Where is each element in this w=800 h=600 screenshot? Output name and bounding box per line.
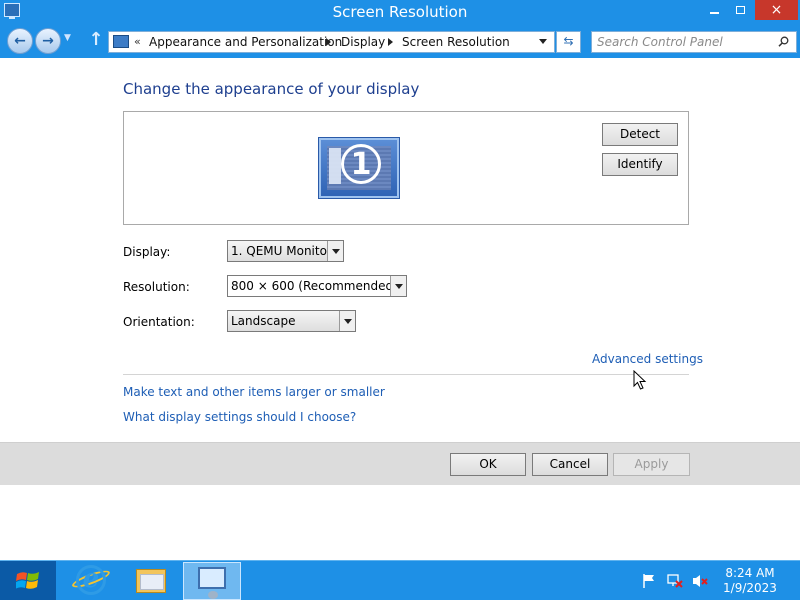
monitor-1-icon[interactable]: 1 (319, 138, 399, 198)
arrow-up-icon: ↑ (88, 29, 104, 50)
restore-button[interactable] (727, 0, 753, 20)
monitor-number: 1 (341, 144, 381, 184)
restore-icon (735, 6, 745, 14)
title-bar: Screen Resolution × (0, 0, 800, 25)
detect-button[interactable]: Detect (602, 123, 678, 146)
ie-e-icon: e (76, 565, 106, 595)
orientation-value: Landscape (231, 314, 296, 328)
search-icon[interactable] (778, 36, 789, 47)
file-explorer-icon (136, 569, 166, 593)
breadcrumb-overflow[interactable]: « (134, 35, 141, 48)
windows-logo-icon (16, 572, 39, 589)
display-help-link[interactable]: What display settings should I choose? (123, 410, 356, 424)
window-title: Screen Resolution (332, 3, 468, 21)
resolution-label: Resolution: (123, 280, 190, 294)
chevron-down-icon: ▼ (64, 33, 71, 43)
chevron-down-icon[interactable] (390, 276, 406, 296)
search-input[interactable] (597, 34, 772, 50)
display-label: Display: (123, 245, 171, 259)
monitor-arrangement-panel: 1 Detect Identify (123, 111, 689, 225)
resolution-value: 800 × 600 (Recommended) (231, 279, 398, 293)
ok-button[interactable]: OK (450, 453, 526, 476)
refresh-icon: ⇆ (563, 34, 574, 48)
breadcrumb-separator-icon[interactable] (388, 38, 393, 46)
chevron-down-icon[interactable] (327, 241, 343, 261)
navigation-bar: ← → ▼ ↑ « Appearance and Personalization… (0, 25, 800, 58)
forward-button[interactable]: → (35, 28, 61, 54)
address-dropdown-icon[interactable] (539, 39, 547, 44)
resolution-select[interactable]: 800 × 600 (Recommended) (227, 275, 407, 297)
minimize-button[interactable] (701, 0, 727, 20)
close-button[interactable]: × (755, 0, 798, 20)
breadcrumb-screen-resolution[interactable]: Screen Resolution (402, 35, 510, 49)
up-button[interactable]: ↑ (87, 29, 105, 51)
control-panel-icon (113, 35, 129, 48)
action-center-flag-icon[interactable] (641, 573, 657, 589)
dialog-button-bar: OK Cancel Apply (0, 442, 800, 485)
control-panel-taskbar-button[interactable] (183, 562, 241, 600)
monitor-window-preview (329, 148, 341, 184)
advanced-settings-link[interactable]: Advanced settings (592, 352, 703, 366)
orientation-label: Orientation: (123, 315, 195, 329)
search-box[interactable] (591, 31, 797, 53)
file-explorer-taskbar-button[interactable] (122, 562, 180, 600)
apply-button[interactable]: Apply (613, 453, 690, 476)
arrow-left-icon: ← (14, 33, 26, 49)
start-button[interactable] (0, 561, 56, 600)
page-title: Change the appearance of your display (123, 80, 420, 98)
taskbar: e 8:24 AM 1/9/2023 (0, 560, 800, 600)
internet-explorer-taskbar-button[interactable]: e (61, 562, 119, 600)
display-select[interactable]: 1. QEMU Monitor (227, 240, 344, 262)
clock-time: 8:24 AM (725, 566, 775, 580)
breadcrumb-separator-icon[interactable] (326, 38, 331, 46)
recent-pages-dropdown[interactable]: ▼ (64, 33, 71, 43)
display-value: 1. QEMU Monitor (231, 244, 332, 258)
minimize-icon (709, 12, 719, 14)
orientation-select[interactable]: Landscape (227, 310, 356, 332)
breadcrumb-display[interactable]: Display (341, 35, 385, 49)
cancel-button[interactable]: Cancel (532, 453, 608, 476)
arrow-right-icon: → (42, 33, 54, 49)
breadcrumb-appearance[interactable]: Appearance and Personalization (149, 35, 342, 49)
clock-date: 1/9/2023 (723, 581, 777, 595)
system-clock[interactable]: 8:24 AM 1/9/2023 (714, 566, 786, 596)
identify-button[interactable]: Identify (602, 153, 678, 176)
text-size-link[interactable]: Make text and other items larger or smal… (123, 385, 385, 399)
address-bar[interactable]: « Appearance and Personalization Display… (108, 31, 555, 53)
refresh-button[interactable]: ⇆ (556, 31, 581, 53)
volume-muted-icon[interactable] (692, 573, 708, 589)
network-icon[interactable] (667, 573, 683, 589)
back-button[interactable]: ← (7, 28, 33, 54)
control-panel-icon (198, 567, 226, 599)
divider (123, 374, 689, 375)
chevron-down-icon[interactable] (339, 311, 355, 331)
